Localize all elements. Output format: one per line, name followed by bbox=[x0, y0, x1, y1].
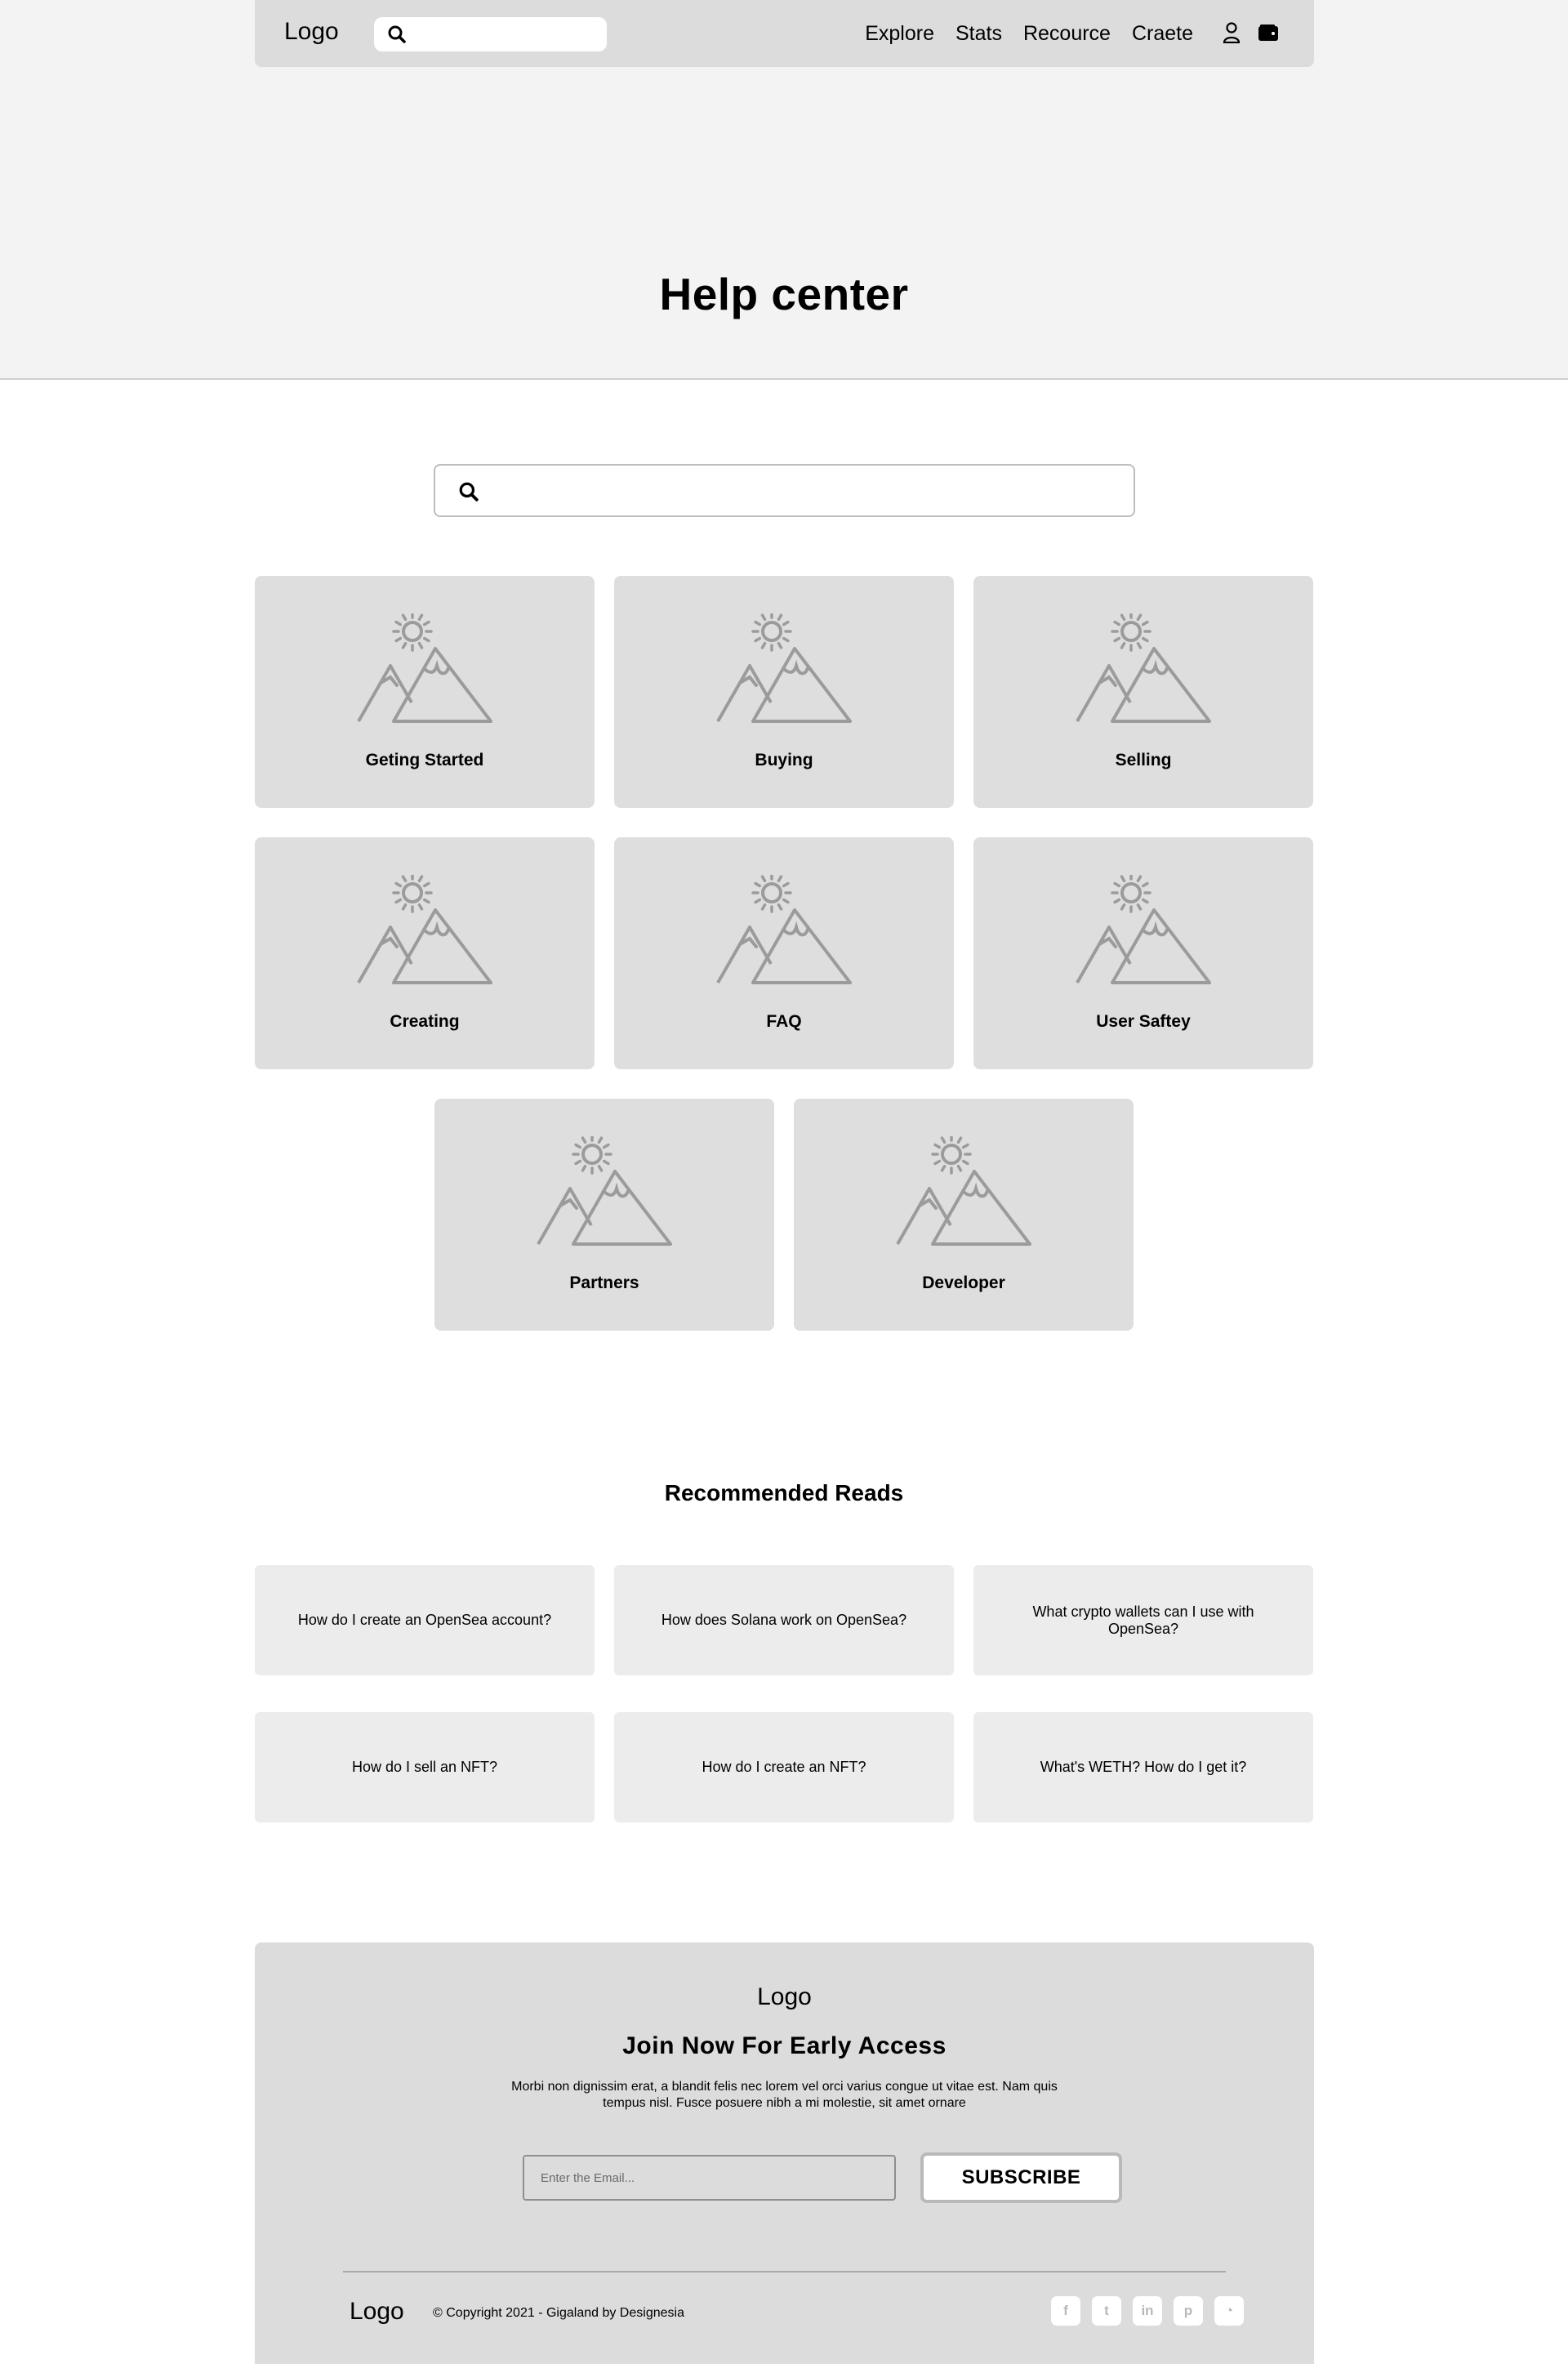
nav-link-stats[interactable]: Stats bbox=[956, 22, 1002, 46]
footer-bottom-logo[interactable]: Logo bbox=[350, 2298, 404, 2326]
category-label: FAQ bbox=[766, 1012, 802, 1031]
category-label: Creating bbox=[390, 1012, 460, 1031]
page-title: Help center bbox=[659, 269, 909, 319]
linkedin-icon[interactable]: in bbox=[1133, 2296, 1162, 2326]
category-card-user-safety[interactable]: User Saftey bbox=[973, 837, 1313, 1069]
recommended-read-link[interactable]: How do I sell an NFT? bbox=[255, 1712, 595, 1822]
newsletter-title: Join Now For Early Access bbox=[622, 2032, 947, 2059]
image-placeholder-icon bbox=[1076, 613, 1211, 723]
category-label: Developer bbox=[922, 1273, 1005, 1292]
recommended-reads-title: Recommended Reads bbox=[664, 1480, 904, 1505]
category-label: Selling bbox=[1115, 751, 1172, 769]
category-card-getting-started[interactable]: Geting Started bbox=[255, 576, 595, 808]
recommended-read-link[interactable]: What's WETH? How do I get it? bbox=[973, 1712, 1313, 1822]
image-placeholder-icon bbox=[357, 875, 492, 984]
nav-logo[interactable]: Logo bbox=[284, 18, 339, 46]
nav-link-explore[interactable]: Explore bbox=[865, 22, 934, 46]
recommended-read-link[interactable]: How do I create an NFT? bbox=[614, 1712, 954, 1822]
twitter-icon[interactable]: t bbox=[1092, 2296, 1121, 2326]
category-label: User Saftey bbox=[1096, 1012, 1191, 1031]
category-card-partners[interactable]: Partners bbox=[434, 1099, 774, 1331]
footer-logo[interactable]: Logo bbox=[255, 1983, 1314, 2011]
category-label: Geting Started bbox=[365, 751, 484, 769]
category-card-buying[interactable]: Buying bbox=[614, 576, 954, 808]
facebook-icon[interactable]: f bbox=[1051, 2296, 1080, 2326]
recommended-read-link[interactable]: How does Solana work on OpenSea? bbox=[614, 1565, 954, 1675]
navbar: Logo Explore Stats Recource Craete bbox=[255, 0, 1314, 67]
image-placeholder-icon bbox=[537, 1136, 672, 1246]
newsletter-description: Morbi non dignissim erat, a blandit feli… bbox=[511, 2080, 1058, 2110]
help-search-input[interactable] bbox=[434, 464, 1135, 517]
pinterest-icon[interactable]: p bbox=[1174, 2296, 1203, 2326]
subscribe-button[interactable]: SUBSCRIBE bbox=[920, 2152, 1122, 2203]
footer-divider bbox=[343, 2271, 1226, 2273]
wallet-icon[interactable] bbox=[1258, 24, 1279, 46]
image-placeholder-icon bbox=[1076, 875, 1211, 984]
category-card-faq[interactable]: FAQ bbox=[614, 837, 954, 1069]
nav-link-create[interactable]: Craete bbox=[1132, 22, 1193, 46]
search-icon bbox=[387, 25, 407, 48]
hero-section: Logo Explore Stats Recource Craete Help … bbox=[0, 0, 1568, 380]
nav-search-input[interactable] bbox=[374, 17, 607, 51]
category-card-creating[interactable]: Creating bbox=[255, 837, 595, 1069]
search-icon bbox=[458, 481, 479, 506]
recommended-read-link[interactable]: What crypto wallets can I use with OpenS… bbox=[973, 1565, 1313, 1675]
user-icon[interactable] bbox=[1223, 22, 1241, 47]
social-links: f t in p ◔ bbox=[1051, 2296, 1244, 2326]
nav-links: Explore Stats Recource Craete bbox=[865, 22, 1193, 46]
image-placeholder-icon bbox=[357, 613, 492, 723]
footer: Logo Join Now For Early Access Morbi non… bbox=[255, 1942, 1314, 2364]
image-placeholder-icon bbox=[716, 875, 852, 984]
rss-icon[interactable]: ◔ bbox=[1214, 2296, 1244, 2326]
email-field[interactable] bbox=[523, 2155, 896, 2201]
category-label: Partners bbox=[569, 1273, 639, 1292]
image-placeholder-icon bbox=[896, 1136, 1031, 1246]
recommended-read-link[interactable]: How do I create an OpenSea account? bbox=[255, 1565, 595, 1675]
image-placeholder-icon bbox=[716, 613, 852, 723]
nav-link-resource[interactable]: Recource bbox=[1023, 22, 1111, 46]
category-card-developer[interactable]: Developer bbox=[794, 1099, 1134, 1331]
category-label: Buying bbox=[755, 751, 813, 769]
copyright-text: © Copyright 2021 - Gigaland by Designesi… bbox=[433, 2306, 684, 2320]
category-card-selling[interactable]: Selling bbox=[973, 576, 1313, 808]
